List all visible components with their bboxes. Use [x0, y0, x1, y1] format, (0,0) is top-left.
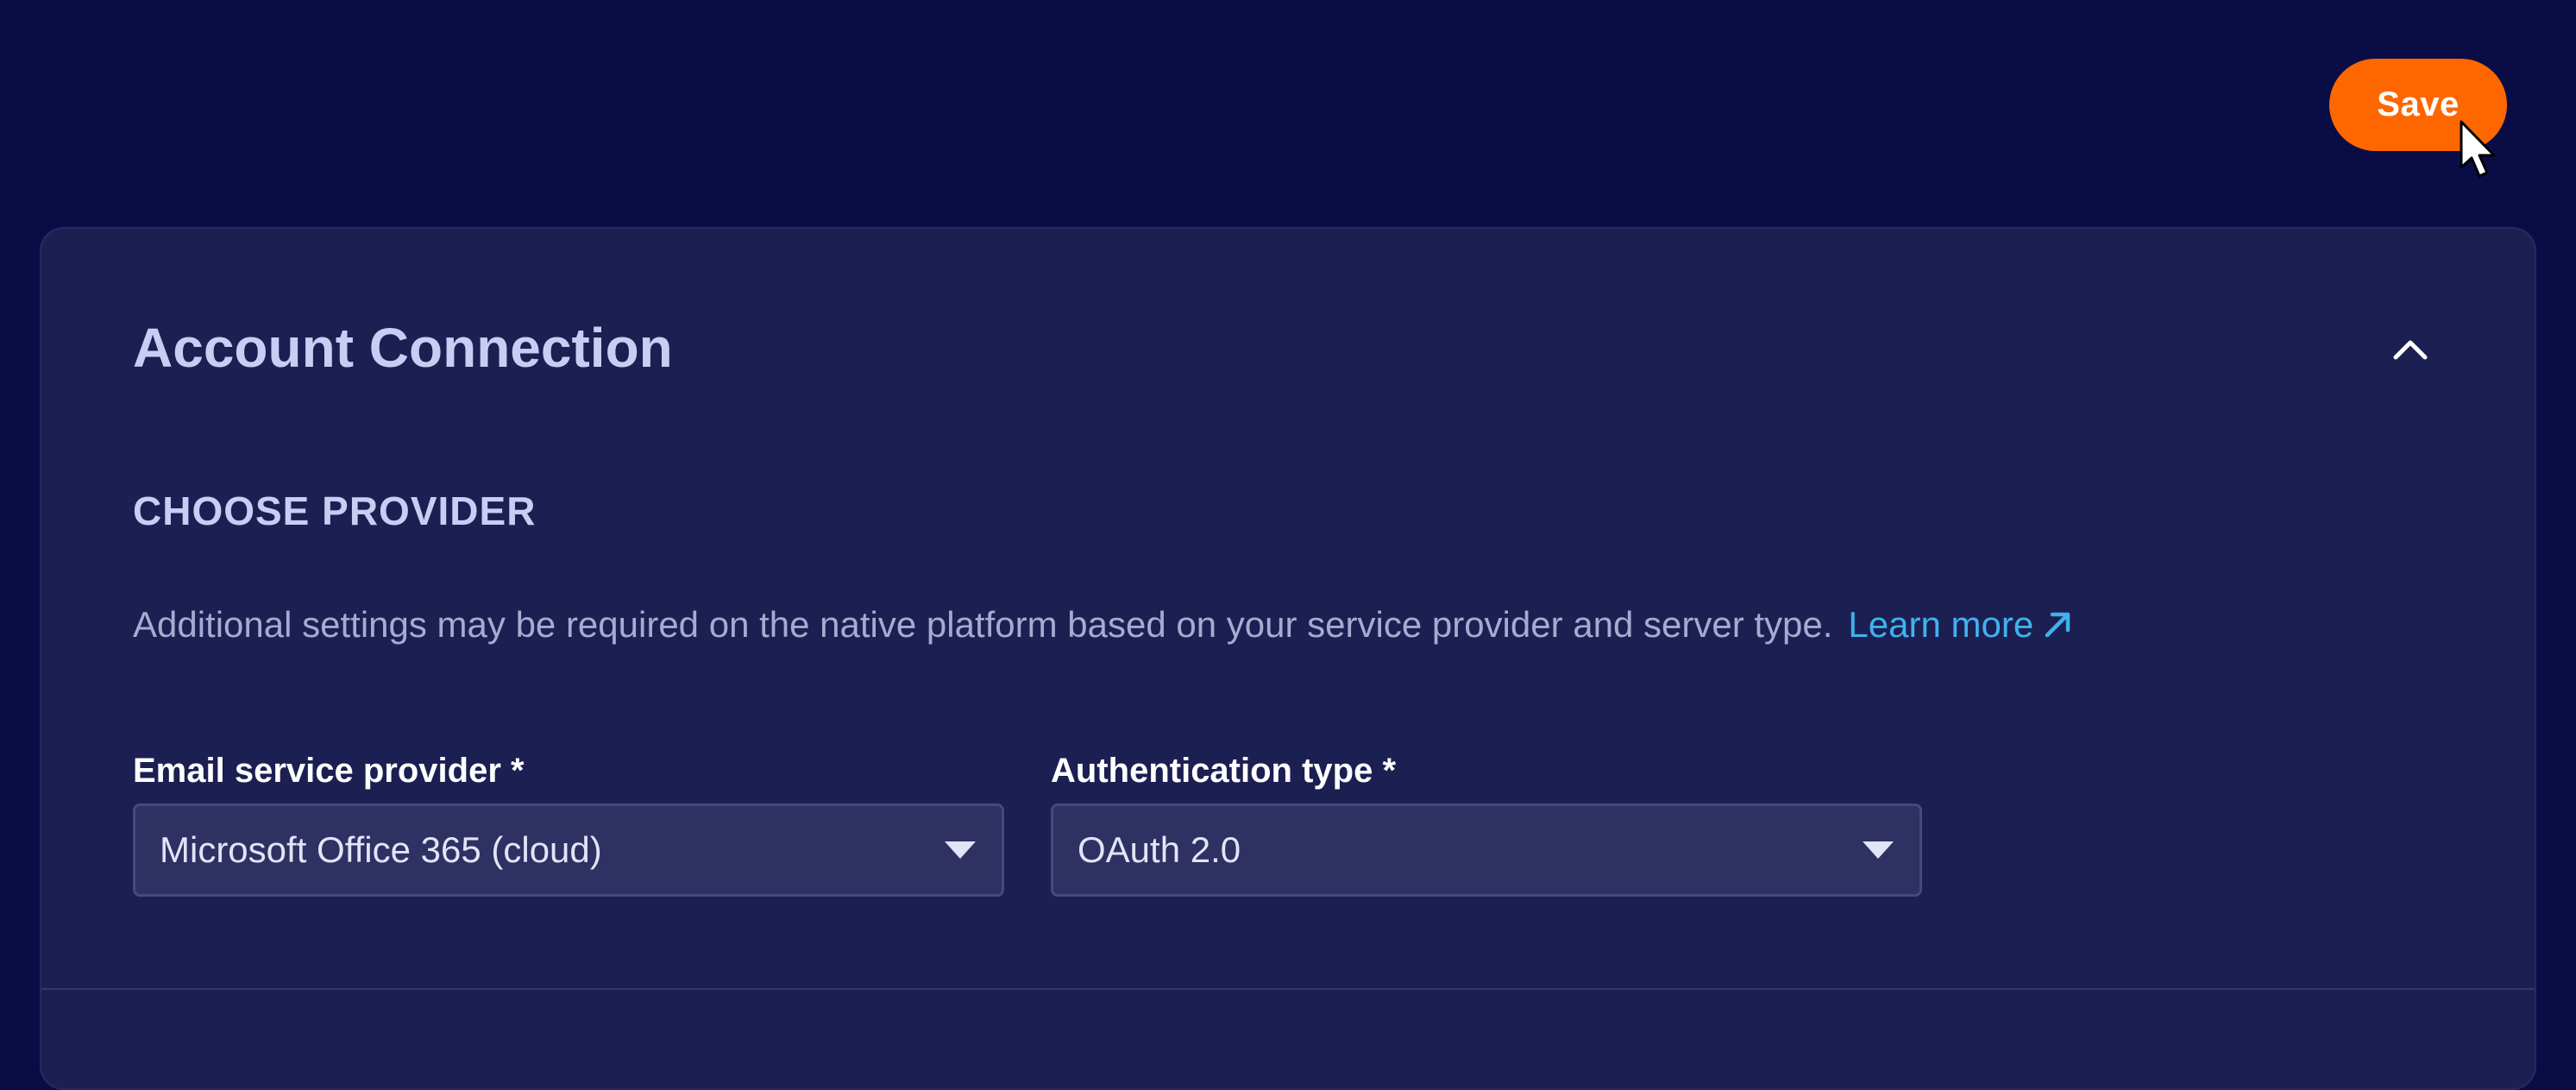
email-provider-value: Microsoft Office 365 (cloud) — [160, 829, 602, 870]
auth-type-label: Authentication type * — [1051, 752, 1397, 790]
learn-more-label: Learn more — [1848, 604, 2034, 645]
description-text: Additional settings may be required on t… — [133, 604, 1833, 645]
section-divider — [41, 988, 2535, 990]
auth-type-value: OAuth 2.0 — [1078, 829, 1241, 870]
auth-type-select[interactable]: OAuth 2.0 — [1051, 803, 1922, 897]
save-button[interactable]: Save — [2329, 59, 2507, 151]
account-connection-card: Account Connection CHOOSE PROVIDER Addit… — [40, 227, 2536, 1090]
collapse-toggle[interactable] — [2384, 329, 2436, 370]
external-link-arrow-icon — [2045, 612, 2070, 638]
card-title: Account Connection — [133, 317, 673, 379]
provider-description: Additional settings may be required on t… — [133, 607, 2073, 643]
learn-more-link[interactable]: Learn more — [1848, 607, 2073, 643]
section-heading: CHOOSE PROVIDER — [133, 488, 537, 533]
caret-down-icon — [945, 841, 976, 859]
chevron-up-icon — [2393, 340, 2428, 360]
email-provider-select[interactable]: Microsoft Office 365 (cloud) — [133, 803, 1004, 897]
email-provider-label: Email service provider * — [133, 752, 525, 790]
caret-down-icon — [1863, 841, 1894, 859]
